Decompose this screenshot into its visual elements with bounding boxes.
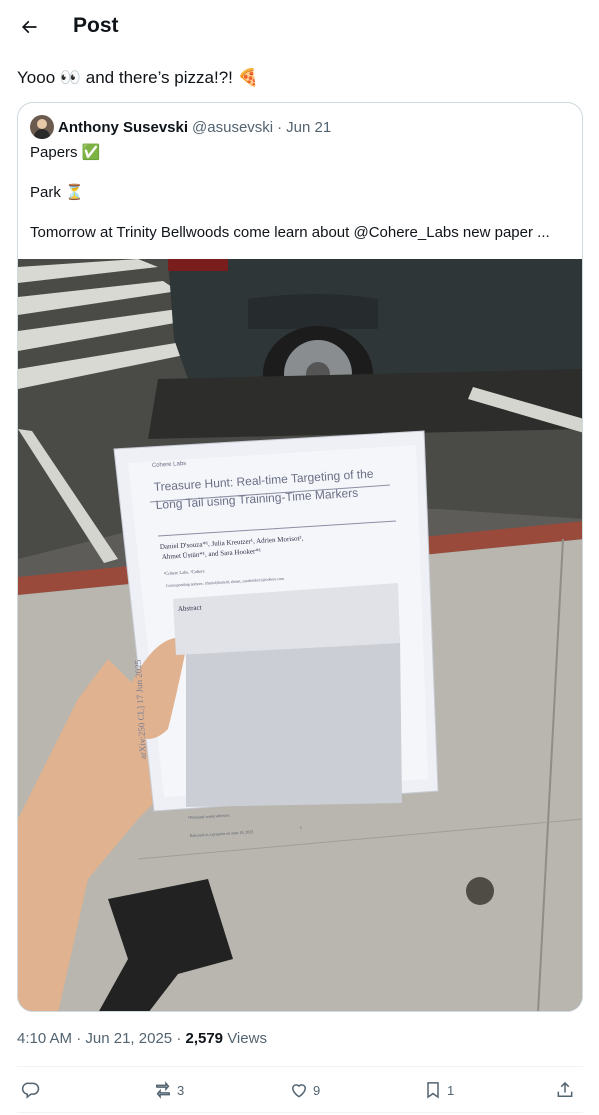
quoted-author-handle[interactable]: @asusevski xyxy=(192,119,273,136)
quoted-post-date[interactable]: Jun 21 xyxy=(286,119,331,136)
bookmark-icon xyxy=(427,1082,439,1099)
bookmark-button[interactable]: 1 xyxy=(423,1074,454,1106)
repost-button[interactable]: 3 xyxy=(153,1074,184,1106)
divider xyxy=(17,1066,583,1067)
top-bar: Post xyxy=(0,0,599,54)
paper-abstract-label: Abstract xyxy=(178,604,202,613)
post-photo[interactable]: Cohere Labs Treasure Hunt: Real-time Tar… xyxy=(18,259,582,1011)
post-text: Yooo 👀 and there’s pizza!?! 🍕 xyxy=(17,68,259,87)
like-button[interactable]: 9 xyxy=(289,1074,320,1106)
quoted-post-header: Anthony Susevski @asusevski · Jun 21 xyxy=(30,115,331,139)
share-button[interactable] xyxy=(555,1074,575,1106)
post-time[interactable]: 4:10 AM xyxy=(17,1030,72,1047)
avatar[interactable] xyxy=(30,115,54,139)
action-bar: 3 9 1 xyxy=(17,1074,583,1106)
divider xyxy=(17,1112,583,1113)
repost-icon xyxy=(156,1081,170,1099)
post-date[interactable]: Jun 21, 2025 xyxy=(85,1030,172,1047)
views-count: 2,579 xyxy=(185,1030,224,1047)
reply-icon xyxy=(21,1082,40,1099)
quoted-line-park: Park ⏳ xyxy=(30,184,84,201)
post-meta: 4:10 AM · Jun 21, 2025 · 2,579 Views xyxy=(17,1030,267,1047)
like-count: 9 xyxy=(313,1082,321,1098)
back-arrow-icon xyxy=(21,20,37,34)
share-icon xyxy=(557,1081,573,1097)
quoted-line-tomorrow: Tomorrow at Trinity Bellwoods come learn… xyxy=(30,224,550,241)
views-label: Views xyxy=(227,1030,267,1047)
meta-separator: · xyxy=(76,1030,82,1047)
paper-page-number: 1 xyxy=(300,825,302,830)
quoted-line-papers: Papers ✅ xyxy=(30,144,101,161)
separator-dot: · xyxy=(277,118,283,136)
like-icon xyxy=(291,1084,307,1098)
photo-illustration: Cohere Labs Treasure Hunt: Real-time Tar… xyxy=(18,259,582,1011)
reply-button[interactable] xyxy=(21,1074,45,1106)
bookmark-count: 1 xyxy=(447,1082,455,1098)
quoted-author-name[interactable]: Anthony Susevski xyxy=(58,119,188,136)
quoted-post[interactable]: Anthony Susevski @asusevski · Jun 21 Pap… xyxy=(17,102,583,1012)
repost-count: 3 xyxy=(177,1082,185,1098)
meta-separator: · xyxy=(176,1030,182,1047)
back-button[interactable] xyxy=(14,12,44,42)
page-title: Post xyxy=(73,14,119,37)
